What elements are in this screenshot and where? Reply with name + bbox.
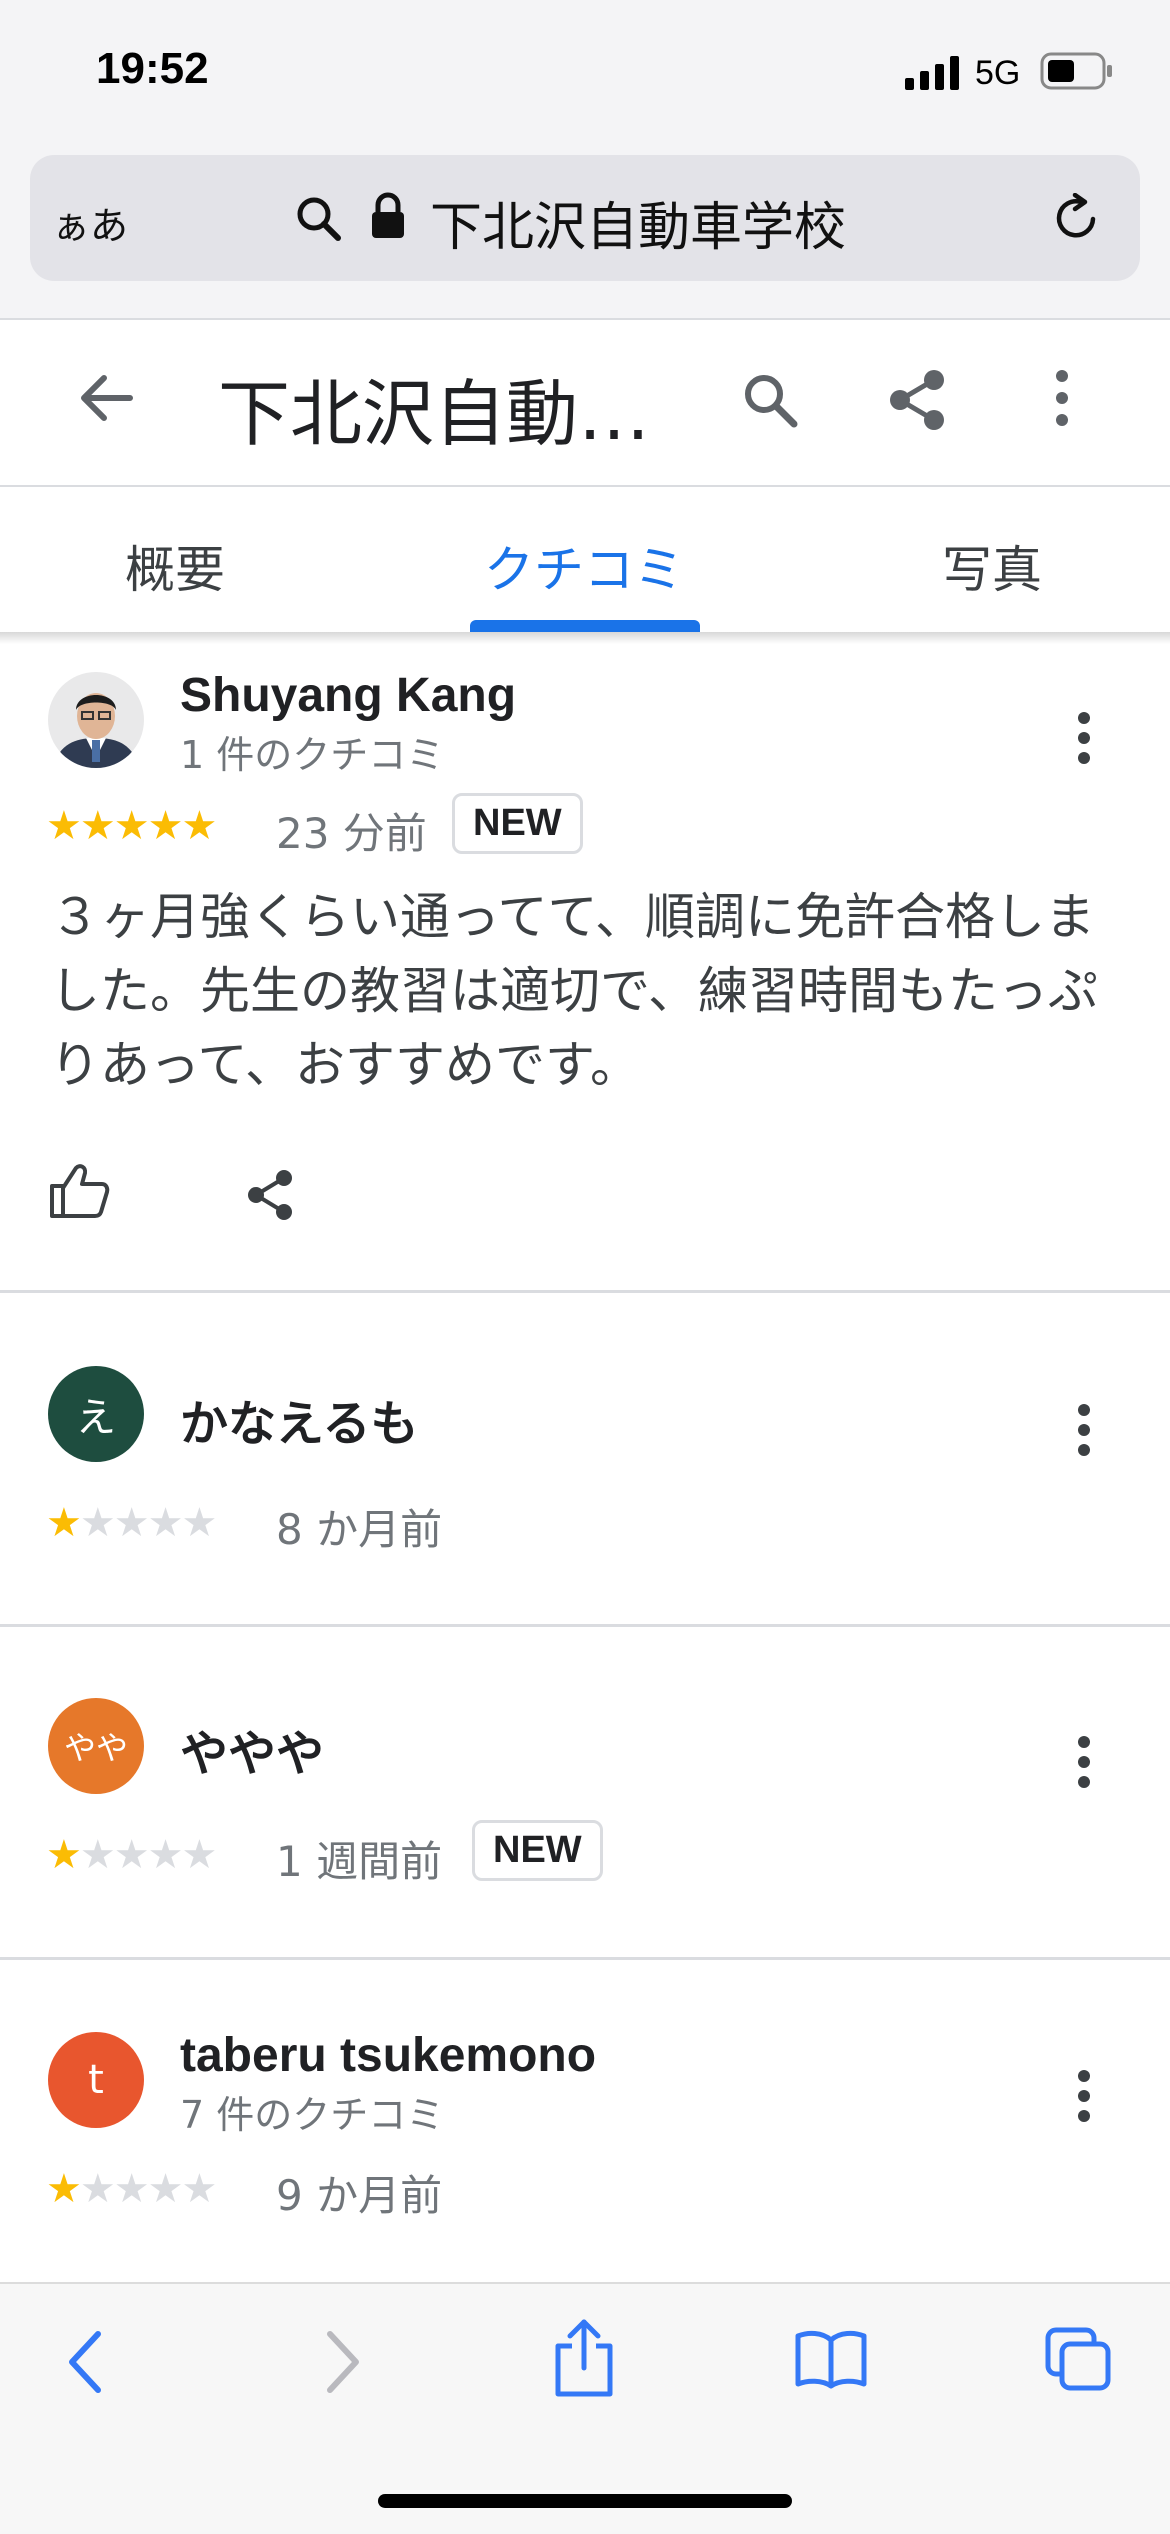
- url-text[interactable]: 下北沢自動車学校: [430, 185, 846, 260]
- review-time: 9 か月前: [276, 2171, 443, 2220]
- search-icon: [297, 197, 341, 241]
- safari-forward-icon[interactable]: [322, 2330, 362, 2394]
- new-badge: NEW: [472, 1820, 603, 1881]
- star-icon: ★: [181, 1832, 217, 1878]
- review-time: 23 分前: [276, 809, 427, 858]
- more-vert-icon[interactable]: [1064, 710, 1104, 766]
- reload-icon[interactable]: [1053, 193, 1103, 245]
- back-arrow-icon[interactable]: [78, 370, 134, 426]
- page-title: 下北沢自動…: [218, 372, 651, 456]
- tabs-icon[interactable]: [1044, 2326, 1114, 2392]
- review-time: 1 週間前: [276, 1837, 443, 1886]
- status-time: 19:52: [96, 44, 209, 93]
- divider: [0, 1290, 1170, 1293]
- star-icon: ★: [147, 1832, 184, 1878]
- star-rating: ★★★★★: [46, 1500, 217, 1546]
- tab-photos[interactable]: 写真: [942, 530, 1042, 602]
- star-icon: ★: [46, 803, 82, 849]
- star-rating: ★★★★★: [46, 1832, 217, 1878]
- share-icon[interactable]: [886, 368, 948, 432]
- star-icon: ★: [113, 803, 150, 849]
- share-icon[interactable]: [244, 1168, 296, 1222]
- reviewer-name[interactable]: Shuyang Kang: [180, 668, 516, 723]
- star-icon: ★: [46, 1500, 82, 1546]
- bookmarks-icon[interactable]: [794, 2328, 868, 2390]
- new-badge: NEW: [452, 793, 583, 854]
- reviewer-name[interactable]: ややや: [180, 1714, 324, 1784]
- active-tab-indicator: [470, 620, 700, 632]
- star-icon: ★: [46, 2166, 82, 2212]
- battery-icon: [1040, 52, 1112, 90]
- reviewer-review-count: 1 件のクチコミ: [180, 733, 445, 777]
- more-vert-icon[interactable]: [1064, 2068, 1104, 2124]
- star-icon: ★: [181, 1500, 217, 1546]
- star-rating: ★★★★★: [46, 2166, 217, 2212]
- star-icon: ★: [46, 1832, 82, 1878]
- tab-reviews[interactable]: クチコミ: [484, 530, 684, 602]
- star-icon: ★: [113, 2166, 150, 2212]
- more-vert-icon[interactable]: [1064, 1402, 1104, 1458]
- reviewer-name[interactable]: taberu tsukemono: [180, 2028, 596, 2083]
- more-vert-icon[interactable]: [1064, 1734, 1104, 1790]
- star-rating: ★★★★★: [46, 803, 217, 849]
- divider: [0, 1624, 1170, 1627]
- safari-share-icon[interactable]: [552, 2318, 616, 2398]
- tab-overview[interactable]: 概要: [125, 530, 225, 602]
- avatar[interactable]: え: [48, 1366, 144, 1462]
- reviewer-name[interactable]: かなえるも: [180, 1384, 419, 1454]
- thumbs-up-icon[interactable]: [48, 1162, 110, 1220]
- star-icon: ★: [113, 1832, 150, 1878]
- star-icon: ★: [147, 803, 184, 849]
- avatar[interactable]: [48, 672, 144, 768]
- divider: [0, 485, 1170, 487]
- network-type: 5G: [975, 54, 1021, 92]
- review-time: 8 か月前: [276, 1505, 443, 1554]
- star-icon: ★: [181, 2166, 217, 2212]
- home-indicator: [378, 2494, 792, 2508]
- divider: [0, 1957, 1170, 1960]
- signal-icon: [905, 56, 959, 90]
- star-icon: ★: [147, 2166, 184, 2212]
- reviewer-review-count: 7 件のクチコミ: [180, 2093, 445, 2137]
- tabs-shadow: [0, 632, 1170, 644]
- avatar[interactable]: t: [48, 2032, 144, 2128]
- avatar[interactable]: やや: [48, 1698, 144, 1794]
- star-icon: ★: [147, 1500, 184, 1546]
- star-icon: ★: [79, 803, 116, 849]
- lock-icon: [372, 192, 404, 238]
- safari-back-icon[interactable]: [66, 2330, 106, 2394]
- more-vert-icon[interactable]: [1040, 368, 1084, 428]
- review-text: ３ヶ月強くらい通ってて、順調に免許合格しました。先生の教習は適切で、練習時間もた…: [50, 888, 1098, 1094]
- reader-aa-button[interactable]: ぁあ: [52, 195, 128, 250]
- star-icon: ★: [79, 1832, 116, 1878]
- star-icon: ★: [113, 1500, 150, 1546]
- star-icon: ★: [181, 803, 217, 849]
- star-icon: ★: [79, 2166, 116, 2212]
- search-icon[interactable]: [740, 370, 800, 430]
- divider: [0, 318, 1170, 320]
- star-icon: ★: [79, 1500, 116, 1546]
